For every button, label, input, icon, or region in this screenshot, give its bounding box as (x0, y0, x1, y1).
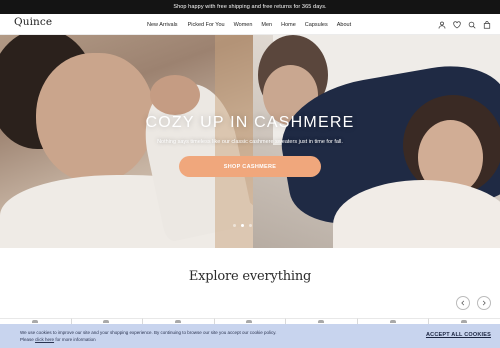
chevron-right-icon (482, 300, 486, 306)
explore-heading: Explore everything (188, 269, 312, 284)
site-header: Quince New Arrivals Picked For You Women… (0, 14, 500, 35)
promo-banner: Shop happy with free shipping and free r… (0, 0, 500, 14)
hero-content: COZY UP IN CASHMERE Nothing says timeles… (0, 35, 500, 248)
nav-capsules[interactable]: Capsules (305, 22, 328, 28)
carousel-dot-active[interactable] (241, 224, 244, 227)
carousel-dots (233, 224, 252, 227)
shop-cashmere-button[interactable]: SHOP CASHMERE (179, 156, 321, 177)
bag-icon[interactable] (483, 20, 491, 29)
hero-subtitle: Nothing says timeless like our classic c… (157, 139, 343, 145)
carousel-next-button[interactable] (477, 296, 491, 310)
promo-text: Shop happy with free shipping and free r… (173, 4, 327, 10)
header-icons (438, 14, 491, 35)
cookie-text-please: Please (20, 337, 34, 342)
heart-icon[interactable] (453, 20, 461, 29)
cookie-message: We use cookies to improve our site and y… (20, 329, 320, 343)
nav-women[interactable]: Women (234, 22, 253, 28)
hero-title: COZY UP IN CASHMERE (145, 114, 355, 131)
accept-cookies-button[interactable]: ACCEPT ALL COOKIES (426, 332, 491, 338)
cookie-banner: We use cookies to improve our site and y… (0, 324, 500, 348)
carousel-dot[interactable] (233, 224, 236, 227)
hero-banner[interactable]: COZY UP IN CASHMERE Nothing says timeles… (0, 35, 500, 248)
main-nav: New Arrivals Picked For You Women Men Ho… (147, 14, 351, 35)
user-icon[interactable] (438, 21, 446, 29)
carousel-prev-button[interactable] (456, 296, 470, 310)
nav-new-arrivals[interactable]: New Arrivals (147, 22, 178, 28)
quince-logo[interactable]: Quince (14, 16, 52, 28)
nav-about[interactable]: About (337, 22, 351, 28)
carousel-dot[interactable] (249, 224, 252, 227)
nav-picked-for-you[interactable]: Picked For You (188, 22, 225, 28)
search-icon[interactable] (468, 21, 476, 29)
nav-home[interactable]: Home (281, 22, 296, 28)
cookie-text-main: We use cookies to improve our site and y… (20, 330, 277, 335)
chevron-left-icon (461, 300, 465, 306)
nav-men[interactable]: Men (261, 22, 272, 28)
cookie-policy-link[interactable]: click here (35, 337, 54, 342)
cookie-text-after: for more information (55, 337, 96, 342)
